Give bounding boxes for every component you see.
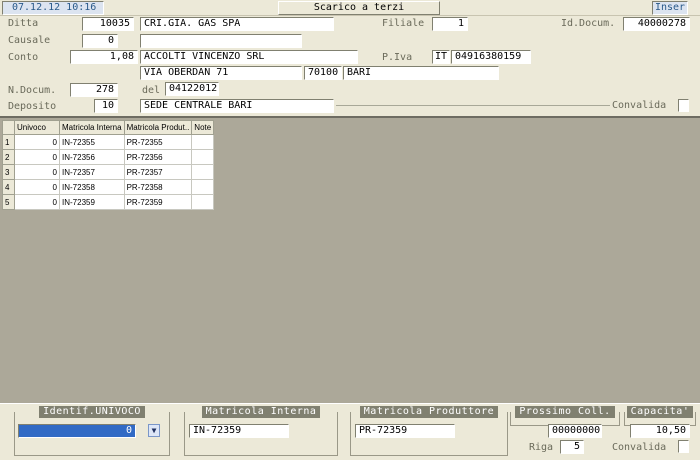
- piva-field[interactable]: 04916380159: [451, 50, 531, 64]
- address-street-field[interactable]: VIA OBERDAN 71: [140, 66, 302, 80]
- cell-note[interactable]: [191, 164, 215, 180]
- matricola-produttore-field[interactable]: PR-72359: [355, 424, 455, 438]
- table-row[interactable]: 4 0 IN-72358 PR-72358: [2, 179, 215, 195]
- row-number[interactable]: 3: [2, 164, 15, 180]
- matricola-interna-field[interactable]: IN-72359: [189, 424, 289, 438]
- chevron-down-icon[interactable]: ▼: [148, 424, 160, 437]
- cell-univoco[interactable]: 0: [14, 134, 60, 150]
- address-cap-field[interactable]: 70100: [304, 66, 342, 80]
- cell-matricola-produttore[interactable]: PR-72357: [123, 164, 193, 180]
- prossimo-coll-title: Prossimo Coll.: [511, 406, 619, 418]
- mode-indicator: Inser: [652, 1, 688, 15]
- datetime-display: 07.12.12 10:16: [2, 1, 104, 15]
- col-header-note[interactable]: Note: [191, 120, 215, 135]
- convalida-line: [336, 105, 610, 106]
- identif-univoco-title: Identif.UNIVOCO: [15, 406, 169, 418]
- row-number[interactable]: 2: [2, 149, 15, 165]
- table-row[interactable]: 2 0 IN-72356 PR-72356: [2, 149, 215, 165]
- del-date-field[interactable]: 04122012: [165, 82, 219, 96]
- col-header-matricola-produttore[interactable]: Matricola Produt..: [123, 120, 193, 135]
- riga-field[interactable]: 5: [560, 440, 584, 454]
- filiale-field[interactable]: 1: [432, 17, 468, 31]
- footer-panel: Identif.UNIVOCO 0 ▼ Matricola Interna IN…: [0, 403, 700, 460]
- cell-univoco[interactable]: 0: [14, 194, 60, 210]
- riga-label: Riga: [529, 442, 554, 453]
- causale-label: Causale: [8, 35, 51, 46]
- filiale-label: Filiale: [382, 18, 425, 29]
- cell-note[interactable]: [191, 134, 215, 150]
- cell-matricola-interna[interactable]: IN-72358: [59, 179, 125, 195]
- conto-label: Conto: [8, 52, 39, 63]
- deposito-name-field[interactable]: SEDE CENTRALE BARI: [140, 99, 334, 113]
- ditta-name-field[interactable]: CRI.GIA. GAS SPA: [140, 17, 334, 31]
- convalida-label: Convalida: [612, 100, 667, 111]
- capacita-title: Capacita': [625, 406, 695, 418]
- piva-country-field[interactable]: IT: [432, 50, 450, 64]
- header-panel: 07.12.12 10:16 Scarico a terzi Inser Dit…: [0, 0, 700, 116]
- cell-matricola-produttore[interactable]: PR-72355: [123, 134, 193, 150]
- table-row[interactable]: 1 0 IN-72355 PR-72355: [2, 134, 215, 150]
- cell-note[interactable]: [191, 194, 215, 210]
- footer-convalida-checkbox[interactable]: [678, 440, 689, 453]
- cell-matricola-interna[interactable]: IN-72356: [59, 149, 125, 165]
- ndocum-label: N.Docum.: [8, 85, 57, 96]
- ditta-code-field[interactable]: 10035: [82, 17, 134, 31]
- address-city-field[interactable]: BARI: [343, 66, 499, 80]
- del-label: del: [142, 85, 161, 96]
- ditta-label: Ditta: [8, 18, 39, 29]
- col-header-univoco[interactable]: Univoco: [14, 120, 60, 135]
- cell-note[interactable]: [191, 179, 215, 195]
- deposito-code-field[interactable]: 10: [94, 99, 118, 113]
- table-row[interactable]: 5 0 IN-72359 PR-72359: [2, 194, 215, 210]
- detail-grid-area: Univoco Matricola Interna Matricola Prod…: [0, 116, 700, 403]
- id-docum-label: Id.Docum.: [561, 18, 616, 29]
- piva-label: P.Iva: [382, 52, 413, 63]
- cell-matricola-interna[interactable]: IN-72355: [59, 134, 125, 150]
- causale-code-field[interactable]: 0: [82, 34, 118, 48]
- cell-matricola-interna[interactable]: IN-72359: [59, 194, 125, 210]
- causale-desc-field[interactable]: [140, 34, 302, 48]
- matricola-produttore-title: Matricola Produttore: [351, 406, 507, 418]
- prossimo-coll-field[interactable]: 00000000: [548, 424, 602, 438]
- cell-univoco[interactable]: 0: [14, 179, 60, 195]
- cell-note[interactable]: [191, 149, 215, 165]
- matricola-interna-title: Matricola Interna: [185, 406, 337, 418]
- identif-univoco-field[interactable]: 0: [18, 424, 136, 438]
- window-title: Scarico a terzi: [278, 1, 440, 15]
- cell-univoco[interactable]: 0: [14, 149, 60, 165]
- conto-name-field[interactable]: ACCOLTI VINCENZO SRL: [140, 50, 358, 64]
- detail-grid: Univoco Matricola Interna Matricola Prod…: [2, 120, 215, 210]
- convalida-checkbox[interactable]: [678, 99, 689, 112]
- ndocum-field[interactable]: 278: [70, 83, 118, 97]
- grid-corner: [2, 120, 15, 135]
- header-separator: [0, 15, 700, 16]
- conto-code-field[interactable]: 1,08: [70, 50, 138, 64]
- cell-univoco[interactable]: 0: [14, 164, 60, 180]
- capacita-field[interactable]: 10,50: [630, 424, 690, 438]
- table-row[interactable]: 3 0 IN-72357 PR-72357: [2, 164, 215, 180]
- cell-matricola-produttore[interactable]: PR-72358: [123, 179, 193, 195]
- cell-matricola-produttore[interactable]: PR-72356: [123, 149, 193, 165]
- deposito-label: Deposito: [8, 101, 57, 112]
- col-header-matricola-interna[interactable]: Matricola Interna: [59, 120, 125, 135]
- row-number[interactable]: 1: [2, 134, 15, 150]
- row-number[interactable]: 5: [2, 194, 15, 210]
- id-docum-field[interactable]: 40000278: [623, 17, 690, 31]
- cell-matricola-produttore[interactable]: PR-72359: [123, 194, 193, 210]
- row-number[interactable]: 4: [2, 179, 15, 195]
- cell-matricola-interna[interactable]: IN-72357: [59, 164, 125, 180]
- footer-convalida-label: Convalida: [612, 442, 667, 453]
